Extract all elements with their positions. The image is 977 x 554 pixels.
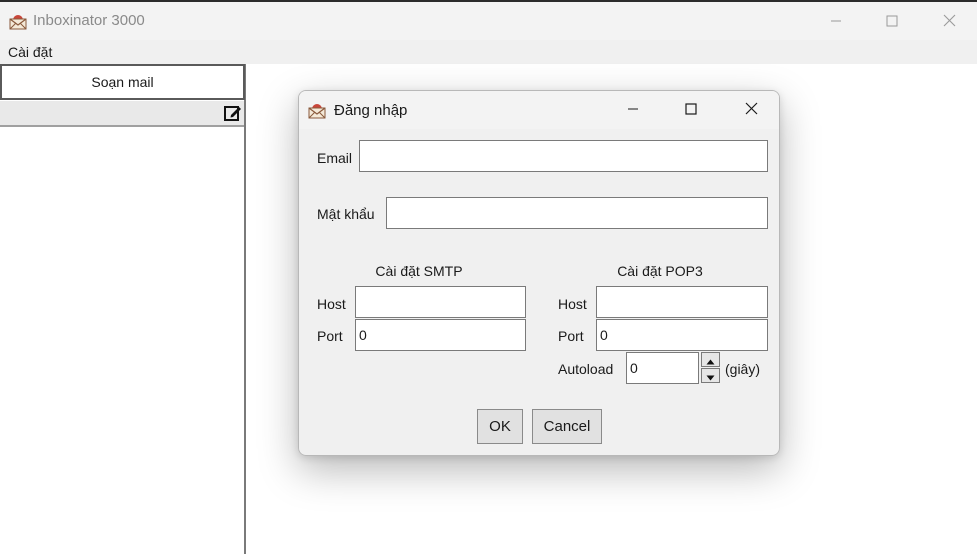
pop3-host-field[interactable] — [596, 286, 768, 318]
smtp-host-field[interactable] — [355, 286, 526, 318]
autoload-unit: (giây) — [725, 361, 761, 377]
password-field[interactable] — [386, 197, 768, 229]
dialog-maximize-button[interactable] — [663, 91, 719, 129]
minimize-icon — [830, 14, 842, 30]
menu-settings[interactable]: Cài đặt — [8, 44, 52, 60]
autoload-label: Autoload — [558, 361, 614, 377]
title-bar[interactable]: Inboxinator 3000 — [0, 2, 977, 40]
ok-button[interactable]: OK — [477, 409, 523, 444]
autoload-field[interactable] — [626, 352, 699, 384]
pop3-host-label: Host — [558, 296, 587, 312]
mail-list-header — [0, 101, 244, 127]
maximize-button[interactable] — [864, 4, 920, 40]
login-dialog: Đăng nhập Email Mật khẩu Cài đặt SMTP Ho… — [298, 90, 780, 456]
close-button[interactable] — [921, 4, 977, 40]
dialog-close-button[interactable] — [723, 91, 779, 129]
spin-down-button[interactable] — [701, 368, 720, 383]
smtp-port-field[interactable] — [355, 319, 526, 351]
compose-button[interactable]: Soạn mail — [0, 64, 245, 100]
smtp-host-label: Host — [317, 296, 346, 312]
smtp-port-label: Port — [317, 328, 343, 344]
dialog-minimize-button[interactable] — [605, 91, 661, 129]
maximize-icon — [886, 14, 898, 30]
menu-bar: Cài đặt — [0, 40, 977, 64]
smtp-group-title: Cài đặt SMTP — [375, 263, 463, 279]
sidebar: Soạn mail — [0, 64, 246, 554]
envelope-icon — [307, 100, 327, 120]
spin-up-button[interactable] — [701, 352, 720, 367]
minimize-button[interactable] — [808, 4, 864, 40]
pop3-port-field[interactable] — [596, 319, 768, 351]
window-title: Inboxinator 3000 — [33, 12, 145, 29]
dialog-title: Đăng nhập — [334, 102, 408, 119]
maximize-icon — [685, 102, 697, 118]
pop3-group-title: Cài đặt POP3 — [617, 263, 703, 279]
edit-icon[interactable] — [223, 104, 242, 123]
dialog-title-bar[interactable]: Đăng nhập — [299, 91, 779, 129]
chevron-down-icon — [706, 368, 715, 384]
envelope-icon — [8, 11, 28, 31]
autoload-spinner — [701, 352, 720, 383]
cancel-button[interactable]: Cancel — [532, 409, 602, 444]
email-label: Email — [317, 150, 353, 166]
close-icon — [943, 14, 956, 30]
minimize-icon — [627, 102, 639, 118]
pop3-port-label: Port — [558, 328, 584, 344]
password-label: Mật khẩu — [317, 206, 375, 222]
email-field[interactable] — [359, 140, 768, 172]
chevron-up-icon — [706, 352, 715, 368]
close-icon — [745, 102, 758, 118]
